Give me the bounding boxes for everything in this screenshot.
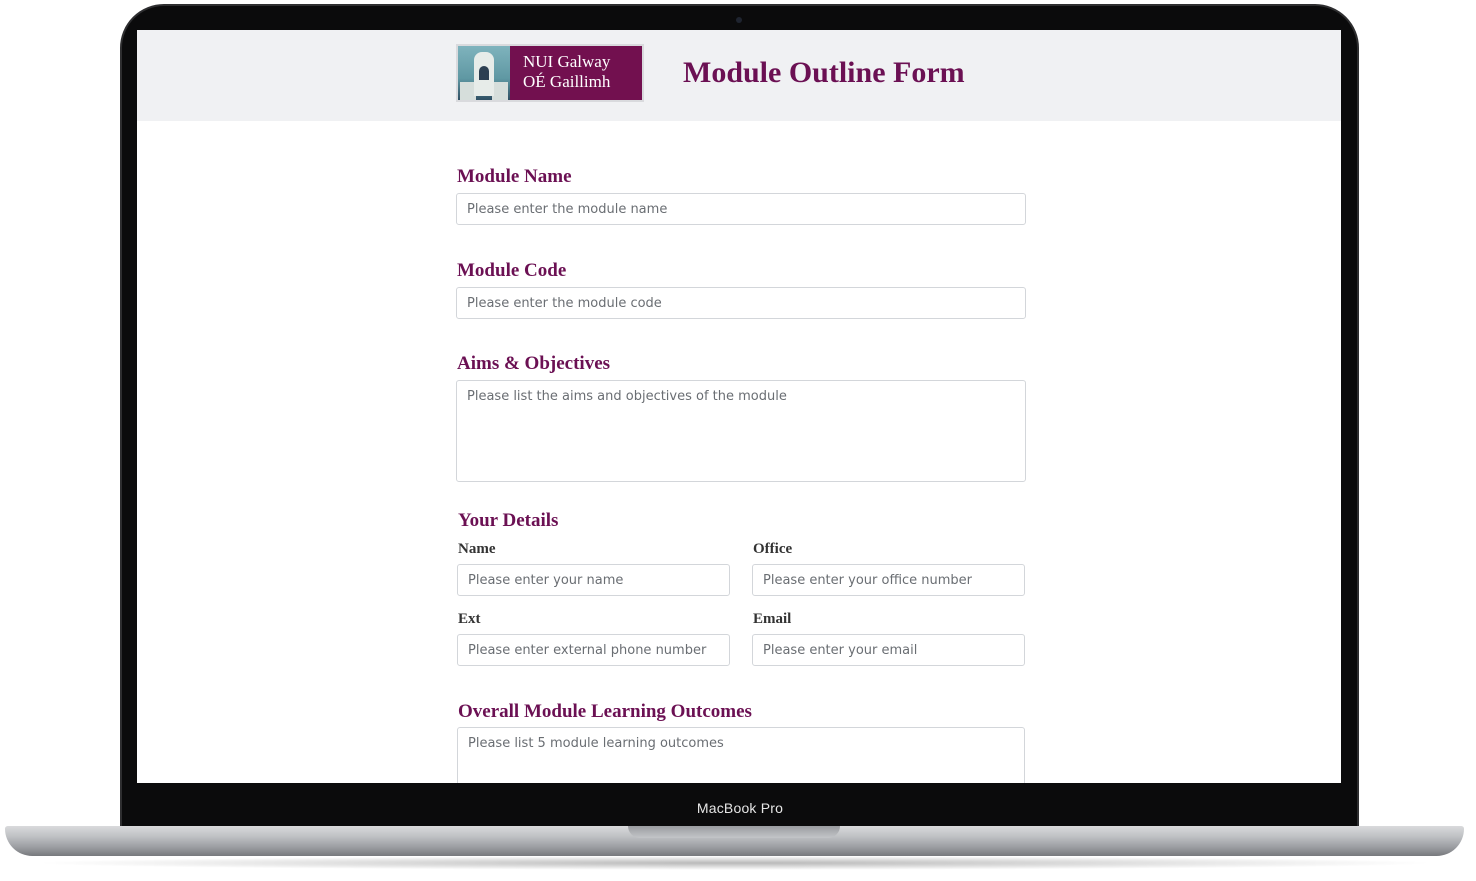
laptop-notch — [628, 826, 840, 838]
device-label: MacBook Pro — [696, 800, 784, 816]
email-input[interactable] — [752, 634, 1025, 666]
module-code-label: Module Code — [457, 260, 567, 281]
name-label: Name — [458, 541, 496, 557]
module-name-label: Module Name — [457, 166, 572, 187]
office-label: Office — [753, 541, 793, 557]
university-logo[interactable]: NUI Galway OÉ Gaillimh — [456, 44, 644, 102]
logo-line-1: NUI Galway — [523, 52, 611, 71]
learning-outcomes-textarea[interactable] — [457, 727, 1025, 783]
name-input[interactable] — [457, 564, 730, 596]
screen: NUI Galway OÉ Gaillimh Module Outline Fo… — [137, 30, 1341, 783]
ext-input[interactable] — [457, 634, 730, 666]
office-input[interactable] — [752, 564, 1025, 596]
your-details-heading: Your Details — [458, 510, 559, 531]
learning-outcomes-label: Overall Module Learning Outcomes — [458, 701, 752, 722]
page-header: NUI Galway OÉ Gaillimh Module Outline Fo… — [137, 30, 1341, 121]
logo-text: NUI Galway OÉ Gaillimh — [510, 46, 642, 100]
logo-tower-icon — [458, 46, 510, 100]
logo-line-2: OÉ Gaillimh — [523, 72, 611, 91]
camera-icon — [736, 17, 742, 23]
module-code-input[interactable] — [456, 287, 1026, 319]
aims-objectives-label: Aims & Objectives — [457, 353, 611, 374]
email-label: Email — [753, 611, 792, 627]
page-title: Module Outline Form — [683, 56, 965, 89]
laptop-shadow — [30, 856, 1440, 870]
module-name-input[interactable] — [456, 193, 1026, 225]
aims-objectives-textarea[interactable] — [456, 380, 1026, 482]
ext-label: Ext — [458, 611, 481, 627]
